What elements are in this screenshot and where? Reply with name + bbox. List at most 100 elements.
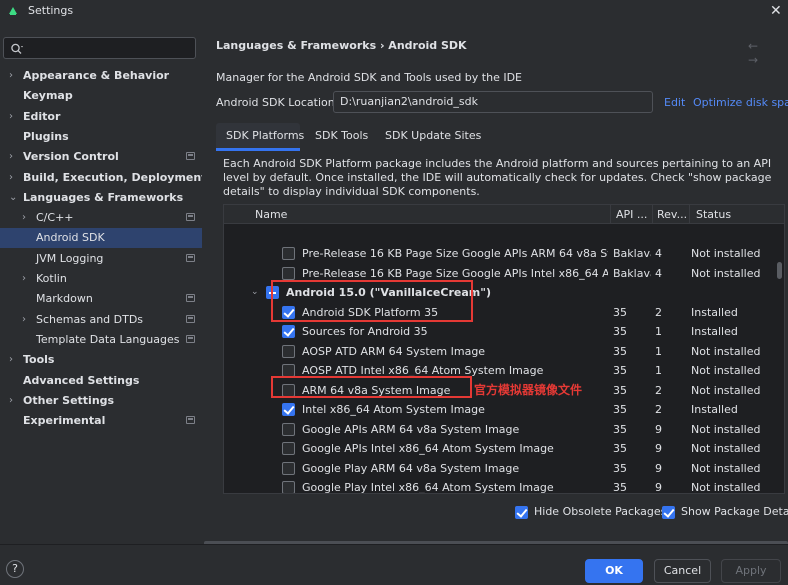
sidebar-item-advanced-settings[interactable]: Advanced Settings bbox=[0, 371, 202, 391]
sidebar-item-tools[interactable]: › Tools bbox=[0, 350, 202, 370]
checkbox-unchecked-icon[interactable] bbox=[282, 344, 295, 358]
sidebar-item-languages-frameworks[interactable]: ⌄ Languages & Frameworks bbox=[0, 188, 202, 208]
table-row[interactable]: Pre-Release 16 KB Page Size Google APIs … bbox=[224, 244, 776, 264]
cell-rev: 1 bbox=[655, 325, 662, 338]
chevron-right-icon[interactable]: › bbox=[9, 391, 13, 411]
checkbox-unchecked-icon[interactable] bbox=[282, 461, 295, 475]
edit-link[interactable]: Edit bbox=[664, 96, 685, 109]
apply-button[interactable]: Apply bbox=[721, 559, 781, 583]
breadcrumb: Languages & Frameworks › Android SDK bbox=[216, 39, 467, 52]
cell-rev: 2 bbox=[655, 383, 662, 397]
chevron-right-icon[interactable]: › bbox=[9, 350, 13, 370]
checkbox-checked-icon[interactable] bbox=[282, 325, 295, 338]
tab-sdk-update-sites[interactable]: SDK Update Sites bbox=[385, 129, 481, 142]
tab-sdk-tools[interactable]: SDK Tools bbox=[315, 129, 368, 142]
show-details-checkbox[interactable]: Show Package Details bbox=[662, 504, 788, 519]
cell-name: Sources for Android 35 bbox=[302, 325, 428, 338]
tab-sdk-platforms[interactable]: SDK Platforms bbox=[226, 129, 304, 142]
cell-status: Not installed bbox=[691, 364, 761, 377]
chevron-right-icon[interactable]: › bbox=[9, 66, 13, 86]
chevron-right-icon[interactable]: › bbox=[9, 107, 13, 127]
column-header-api[interactable]: API ... bbox=[616, 208, 650, 221]
expand-chevron-icon[interactable]: ⌄ bbox=[251, 283, 259, 302]
sidebar-item-appearance-behavior[interactable]: › Appearance & Behavior bbox=[0, 66, 202, 86]
sidebar-item-keymap[interactable]: Keymap bbox=[0, 86, 202, 106]
sidebar-item-template-data-languages[interactable]: Template Data Languages bbox=[0, 330, 202, 350]
column-header-name[interactable]: Name bbox=[255, 208, 287, 221]
chevron-right-icon[interactable]: › bbox=[22, 269, 26, 289]
cell-name: AOSP ATD ARM 64 System Image bbox=[302, 344, 486, 358]
sidebar-item-schemas-and-dtds[interactable]: › Schemas and DTDs bbox=[0, 310, 202, 330]
help-icon[interactable]: ? bbox=[6, 560, 24, 578]
optimize-disk-space-link[interactable]: Optimize disk space bbox=[693, 96, 788, 109]
sidebar-item-label: Build, Execution, Deployment bbox=[23, 170, 207, 184]
chevron-right-icon[interactable]: › bbox=[9, 147, 13, 167]
cancel-button[interactable]: Cancel bbox=[654, 559, 711, 583]
chevron-right-icon[interactable]: › bbox=[9, 168, 13, 188]
cell-name: Google Play Intel x86_64 Atom System Ima… bbox=[302, 481, 554, 494]
cell-rev: 9 bbox=[655, 442, 662, 455]
table-row[interactable]: Intel x86_64 Atom System Image 35 2 Install… bbox=[224, 400, 776, 420]
cell-api: 35 bbox=[613, 325, 627, 338]
column-divider bbox=[689, 205, 690, 224]
table-row[interactable]: Google APIs Intel x86_64 Atom System Ima… bbox=[224, 439, 776, 459]
table-row[interactable]: Sources for Android 35 35 1 Installed bbox=[224, 322, 776, 342]
cell-api: Baklava bbox=[613, 266, 651, 280]
cell-name: Pre-Release 16 KB Page Size Google APIs … bbox=[302, 247, 608, 260]
sidebar-item-label: Kotlin bbox=[36, 272, 67, 285]
cell-status: Not installed bbox=[691, 383, 761, 397]
sidebar-item-experimental[interactable]: Experimental bbox=[0, 411, 202, 431]
checkbox-unchecked-icon[interactable] bbox=[282, 442, 295, 455]
checkbox-unchecked-icon[interactable] bbox=[282, 422, 295, 436]
table-scrollbar[interactable] bbox=[777, 262, 782, 279]
checkbox-checked-icon[interactable] bbox=[662, 506, 675, 519]
chevron-right-icon[interactable]: › bbox=[22, 208, 26, 228]
column-divider bbox=[610, 205, 611, 224]
checkbox-unchecked-icon[interactable] bbox=[282, 247, 295, 260]
sidebar-item-build-execution-deployment[interactable]: › Build, Execution, Deployment bbox=[0, 168, 206, 188]
settings-sidebar: › Appearance & Behavior Keymap › Editor Plugi… bbox=[0, 24, 206, 544]
annotation-box-system-image bbox=[271, 376, 472, 398]
checkbox-unchecked-icon[interactable] bbox=[282, 481, 295, 493]
checkbox-checked-icon[interactable] bbox=[515, 506, 528, 519]
sidebar-item-kotlin[interactable]: › Kotlin bbox=[0, 269, 202, 289]
table-row[interactable]: AOSP ATD ARM 64 System Image 35 1 Not insta… bbox=[224, 342, 776, 362]
cell-rev: 4 bbox=[655, 266, 662, 280]
chevron-right-icon[interactable]: › bbox=[22, 310, 26, 330]
table-row[interactable]: Google Play ARM 64 v8a System Image 35 9 No… bbox=[224, 459, 776, 479]
sidebar-item-jvm-logging[interactable]: JVM Logging bbox=[0, 249, 202, 269]
checkbox-checked-icon[interactable] bbox=[282, 403, 295, 416]
ok-button[interactable]: OK bbox=[585, 559, 643, 583]
table-row[interactable]: Google APIs ARM 64 v8a System Image 35 9 No… bbox=[224, 420, 776, 440]
sdk-location-field[interactable]: D:\ruanjian2\android_sdk bbox=[333, 91, 653, 113]
sidebar-item-label: Schemas and DTDs bbox=[36, 312, 144, 326]
cell-api: 35 bbox=[613, 442, 627, 455]
sidebar-item-label: Experimental bbox=[23, 414, 106, 428]
annotation-label: 官方模拟器镜像文件 bbox=[474, 383, 583, 397]
sidebar-item-label: Appearance & Behavior bbox=[23, 69, 170, 82]
chevron-down-icon[interactable]: ⌄ bbox=[9, 188, 17, 208]
checkbox-unchecked-icon[interactable] bbox=[282, 266, 295, 280]
sidebar-item-android-sdk[interactable]: Android SDK bbox=[0, 228, 202, 249]
nav-back-forward-icon[interactable]: ← → bbox=[748, 39, 788, 67]
sdk-location-label: Android SDK Location: bbox=[216, 96, 339, 109]
table-row[interactable]: Google Play Intel x86_64 Atom System Ima… bbox=[224, 478, 776, 494]
cell-rev: 9 bbox=[655, 422, 662, 436]
close-icon[interactable]: ✕ bbox=[770, 3, 782, 19]
search-input[interactable] bbox=[3, 37, 196, 59]
sidebar-item-editor[interactable]: › Editor bbox=[0, 107, 202, 127]
sidebar-item-version-control[interactable]: › Version Control bbox=[0, 147, 202, 167]
cell-status: Not installed bbox=[691, 481, 761, 494]
sidebar-item-markdown[interactable]: Markdown bbox=[0, 289, 202, 309]
hide-obsolete-checkbox[interactable]: Hide Obsolete Packages bbox=[515, 504, 666, 519]
sidebar-item-other-settings[interactable]: › Other Settings bbox=[0, 391, 202, 411]
cell-name: Google APIs Intel x86_64 Atom System Ima… bbox=[302, 442, 554, 455]
active-tab-indicator bbox=[216, 148, 300, 151]
column-header-rev[interactable]: Rev... bbox=[657, 208, 687, 221]
sidebar-item-plugins[interactable]: Plugins bbox=[0, 127, 202, 147]
sdk-platforms-table: Name API ... Rev... Status Pre-Release 1… bbox=[223, 204, 785, 494]
sidebar-item-label: JVM Logging bbox=[36, 251, 104, 265]
sidebar-item-c-c[interactable]: › C/C++ bbox=[0, 208, 202, 228]
column-header-status[interactable]: Status bbox=[696, 208, 731, 221]
cell-status: Not installed bbox=[691, 266, 761, 280]
